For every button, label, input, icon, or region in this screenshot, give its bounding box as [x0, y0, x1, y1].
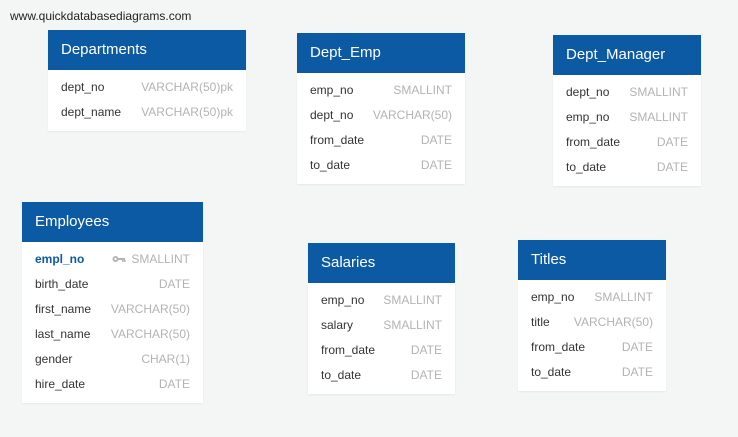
field-type: VARCHAR(50)pk: [141, 105, 233, 119]
field-row[interactable]: last_name VARCHAR(50): [22, 322, 203, 347]
field-name: to_date: [310, 158, 351, 172]
key-icon: [112, 247, 126, 272]
table-titles[interactable]: Titles emp_no SMALLINT title VARCHAR(50)…: [518, 240, 666, 391]
field-name: gender: [35, 352, 73, 366]
field-type: DATE: [410, 368, 442, 382]
field-type: DATE: [420, 133, 452, 147]
field-row[interactable]: birth_date DATE: [22, 272, 203, 297]
field-type: DATE: [656, 160, 688, 174]
field-type: DATE: [621, 340, 653, 354]
field-row[interactable]: from_date DATE: [297, 128, 465, 153]
field-row[interactable]: to_date DATE: [553, 155, 701, 180]
field-row[interactable]: dept_no VARCHAR(50): [297, 103, 465, 128]
field-type: SMALLINT: [383, 318, 442, 332]
field-name: emp_no: [531, 290, 575, 304]
table-title[interactable]: Salaries: [308, 243, 455, 283]
table-salaries[interactable]: Salaries emp_no SMALLINT salary SMALLINT…: [308, 243, 455, 394]
field-name: from_date: [566, 135, 621, 149]
field-name: empl_no: [35, 252, 85, 266]
field-type: DATE: [420, 158, 452, 172]
field-name: dept_no: [61, 80, 105, 94]
field-type-cell: SMALLINT: [112, 247, 190, 272]
field-row[interactable]: to_date DATE: [297, 153, 465, 178]
field-name: emp_no: [310, 83, 354, 97]
field-row[interactable]: empl_no SMALLINT: [22, 247, 203, 272]
field-name: to_date: [566, 160, 607, 174]
table-dept-emp[interactable]: Dept_Emp emp_no SMALLINT dept_no VARCHAR…: [297, 33, 465, 184]
field-type: VARCHAR(50)pk: [141, 80, 233, 94]
field-type: SMALLINT: [131, 252, 190, 266]
field-name: to_date: [531, 365, 572, 379]
field-name: to_date: [321, 368, 362, 382]
table-departments[interactable]: Departments dept_no VARCHAR(50)pk dept_n…: [48, 30, 246, 131]
field-name: dept_no: [310, 108, 354, 122]
field-row[interactable]: emp_no SMALLINT: [297, 78, 465, 103]
field-type: DATE: [621, 365, 653, 379]
field-row[interactable]: to_date DATE: [518, 360, 666, 385]
field-name: hire_date: [35, 377, 86, 391]
field-row[interactable]: from_date DATE: [518, 335, 666, 360]
field-type: SMALLINT: [393, 83, 452, 97]
field-type: SMALLINT: [594, 290, 653, 304]
field-row[interactable]: from_date DATE: [553, 130, 701, 155]
field-row[interactable]: title VARCHAR(50): [518, 310, 666, 335]
watermark: www.quickdatabasediagrams.com: [10, 9, 192, 23]
field-type: VARCHAR(50): [110, 327, 190, 341]
table-title[interactable]: Departments: [48, 30, 246, 70]
field-row[interactable]: first_name VARCHAR(50): [22, 297, 203, 322]
table-dept-manager[interactable]: Dept_Manager dept_no SMALLINT emp_no SMA…: [553, 35, 701, 186]
field-type: DATE: [410, 343, 442, 357]
field-type: DATE: [656, 135, 688, 149]
field-row[interactable]: emp_no SMALLINT: [308, 288, 455, 313]
field-type: CHAR(1): [141, 352, 190, 366]
field-name: first_name: [35, 302, 92, 316]
field-type: SMALLINT: [629, 85, 688, 99]
field-name: dept_name: [61, 105, 122, 119]
field-name: birth_date: [35, 277, 89, 291]
field-row[interactable]: emp_no SMALLINT: [553, 105, 701, 130]
field-type: SMALLINT: [629, 110, 688, 124]
field-type: VARCHAR(50): [372, 108, 452, 122]
field-name: from_date: [321, 343, 376, 357]
field-row[interactable]: dept_no SMALLINT: [553, 80, 701, 105]
field-row[interactable]: dept_name VARCHAR(50)pk: [48, 100, 246, 125]
field-type: DATE: [158, 377, 190, 391]
field-type: VARCHAR(50): [110, 302, 190, 316]
field-row[interactable]: hire_date DATE: [22, 372, 203, 397]
field-row[interactable]: dept_no VARCHAR(50)pk: [48, 75, 246, 100]
field-name: title: [531, 315, 550, 329]
field-row[interactable]: to_date DATE: [308, 363, 455, 388]
field-type: VARCHAR(50): [573, 315, 653, 329]
field-type: DATE: [158, 277, 190, 291]
table-employees[interactable]: Employees empl_no SMALLINT birth_date DA…: [22, 202, 203, 403]
field-name: from_date: [531, 340, 586, 354]
field-name: from_date: [310, 133, 365, 147]
field-row[interactable]: from_date DATE: [308, 338, 455, 363]
field-row[interactable]: emp_no SMALLINT: [518, 285, 666, 310]
field-name: emp_no: [566, 110, 610, 124]
field-row[interactable]: salary SMALLINT: [308, 313, 455, 338]
table-title[interactable]: Titles: [518, 240, 666, 280]
field-row[interactable]: gender CHAR(1): [22, 347, 203, 372]
field-name: last_name: [35, 327, 91, 341]
field-name: dept_no: [566, 85, 610, 99]
field-name: salary: [321, 318, 354, 332]
table-title[interactable]: Dept_Manager: [553, 35, 701, 75]
table-title[interactable]: Dept_Emp: [297, 33, 465, 73]
field-type: SMALLINT: [383, 293, 442, 307]
table-title[interactable]: Employees: [22, 202, 203, 242]
field-name: emp_no: [321, 293, 365, 307]
